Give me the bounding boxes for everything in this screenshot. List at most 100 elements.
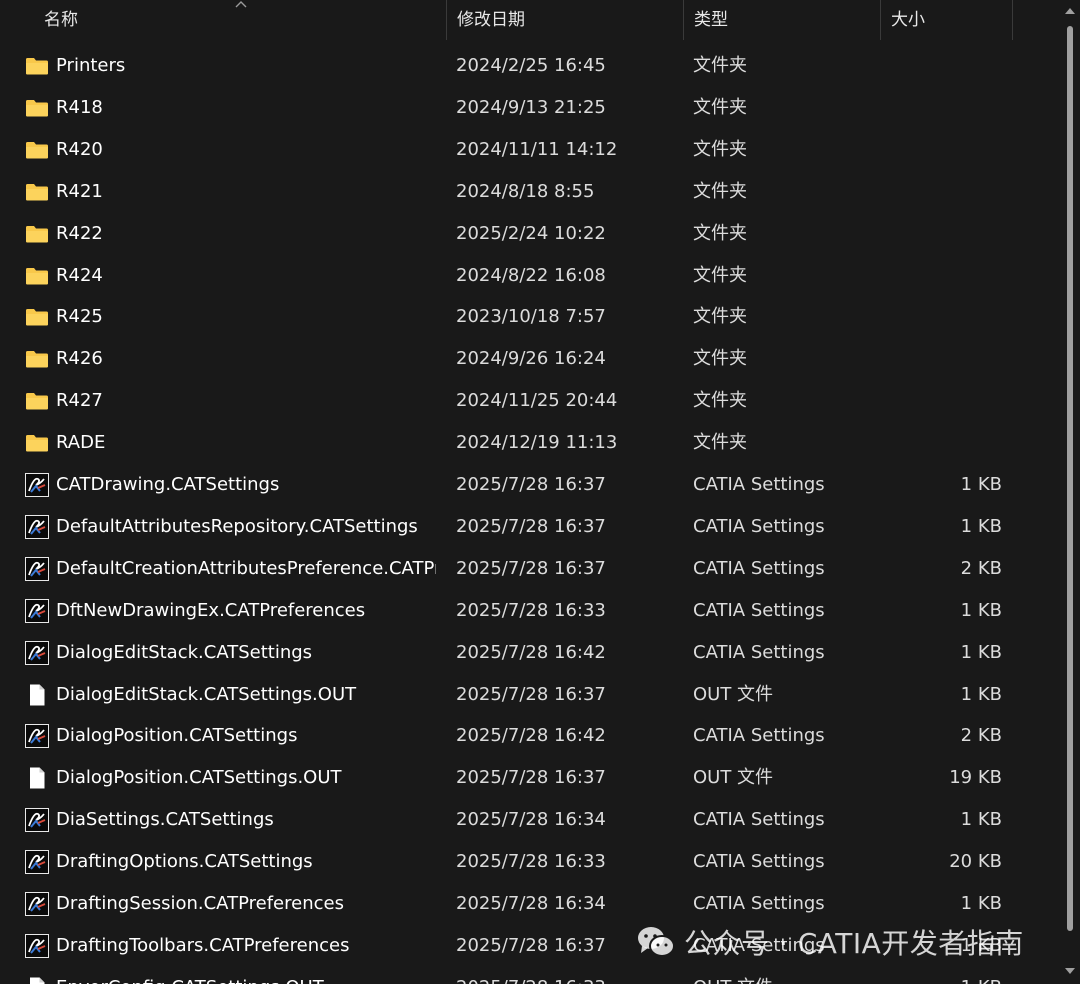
file-date-modified: 2024/12/19 11:13	[456, 432, 618, 453]
file-row[interactable]: DftNewDrawingEx.CATPreferences 2025/7/28…	[0, 590, 1060, 632]
file-name: DefaultAttributesRepository.CATSettings	[56, 516, 418, 537]
catia-settings-icon	[25, 850, 49, 874]
file-type: CATIA Settings	[693, 809, 825, 830]
folder-icon	[25, 347, 49, 371]
file-row[interactable]: R427 2024/11/25 20:44 文件夹	[0, 380, 1060, 422]
file-size	[900, 171, 1002, 213]
scrollbar-thumb[interactable]	[1067, 26, 1073, 931]
file-type: CATIA Settings	[693, 725, 825, 746]
file-size: 1 KB	[900, 967, 1002, 984]
file-name: R420	[56, 139, 103, 160]
file-row[interactable]: R421 2024/8/18 8:55 文件夹	[0, 171, 1060, 213]
file-name: DraftingToolbars.CATPreferences	[56, 935, 350, 956]
file-date-modified: 2025/7/28 16:34	[456, 809, 606, 830]
file-size: 1 KB	[960, 684, 1002, 705]
file-size: 1 KB	[960, 642, 1002, 663]
file-row[interactable]: DialogEditStack.CATSettings.OUT 2025/7/2…	[0, 674, 1060, 716]
file-type: 文件夹	[693, 223, 747, 244]
file-size: 1 KB	[960, 474, 1002, 495]
file-row[interactable]: RADE 2024/12/19 11:13 文件夹	[0, 422, 1060, 464]
file-row[interactable]: DialogPosition.CATSettings.OUT 2025/7/28…	[0, 757, 1060, 799]
file-row[interactable]: DraftingOptions.CATSettings 2025/7/28 16…	[0, 841, 1060, 883]
file-type: 文件夹	[693, 139, 747, 160]
file-size: 1 KB	[960, 893, 1002, 914]
file-name: DftNewDrawingEx.CATPreferences	[56, 600, 366, 621]
folder-icon	[25, 305, 49, 329]
file-row[interactable]: Printers 2024/2/25 16:45 文件夹	[0, 45, 1060, 87]
file-row[interactable]: R418 2024/9/13 21:25 文件夹	[0, 87, 1060, 129]
file-row[interactable]: CATDrawing.CATSettings 2025/7/28 16:37 C…	[0, 464, 1060, 506]
file-icon	[25, 683, 49, 707]
file-name: RADE	[56, 432, 106, 453]
file-row[interactable]: DialogEditStack.CATSettings 2025/7/28 16…	[0, 632, 1060, 674]
file-date-modified: 2024/8/22 16:08	[456, 265, 606, 286]
file-icon	[25, 976, 49, 984]
file-explorer: 名称 修改日期 类型 大小 Printers 2024/2/25 16:45 文…	[0, 0, 1080, 984]
column-header-date-modified[interactable]: 修改日期	[447, 0, 684, 40]
file-type: 文件夹	[693, 306, 747, 327]
file-date-modified: 2025/7/28 16:33	[456, 851, 606, 872]
scroll-down-arrow-icon[interactable]	[1064, 966, 1076, 976]
file-type: CATIA Settings	[693, 558, 825, 579]
file-row[interactable]: DefaultCreationAttributesPreference.CATP…	[0, 548, 1060, 590]
file-row[interactable]: DefaultAttributesRepository.CATSettings …	[0, 506, 1060, 548]
file-name: DraftingOptions.CATSettings	[56, 851, 313, 872]
file-type: CATIA Settings	[693, 474, 825, 495]
file-size: 2 KB	[960, 558, 1002, 579]
catia-settings-icon	[25, 808, 49, 832]
file-type: CATIA Settings	[693, 851, 825, 872]
file-size	[900, 422, 1002, 464]
file-size	[900, 338, 1002, 380]
scroll-up-arrow-icon[interactable]	[1064, 6, 1076, 16]
file-name: DialogEditStack.CATSettings.OUT	[56, 684, 357, 705]
file-date-modified: 2025/7/28 16:37	[456, 767, 606, 788]
file-size	[900, 45, 1002, 87]
file-row[interactable]: EnvorConfig.CATSettings.OUT 2025/7/28 16…	[0, 967, 1060, 984]
column-header-type[interactable]: 类型	[684, 0, 881, 40]
file-size	[900, 380, 1002, 422]
file-name: CATDrawing.CATSettings	[56, 474, 280, 495]
file-row[interactable]: DraftingSession.CATPreferences 2025/7/28…	[0, 883, 1060, 925]
file-type: OUT 文件	[693, 967, 873, 984]
file-date-modified: 2025/7/28 16:42	[456, 642, 606, 663]
file-row[interactable]: R426 2024/9/26 16:24 文件夹	[0, 338, 1060, 380]
file-date-modified: 2024/11/11 14:12	[456, 139, 618, 160]
file-date-modified: 2024/9/26 16:24	[456, 348, 606, 369]
vertical-scrollbar[interactable]	[1060, 0, 1080, 984]
file-row[interactable]: DraftingToolbars.CATPreferences 2025/7/2…	[0, 925, 1060, 967]
file-type: 文件夹	[693, 181, 747, 202]
file-row[interactable]: DialogPosition.CATSettings 2025/7/28 16:…	[0, 715, 1060, 757]
column-header-name[interactable]: 名称	[34, 0, 447, 40]
folder-icon	[25, 389, 49, 413]
file-date-modified: 2025/7/28 16:37	[456, 684, 606, 705]
file-date-modified: 2025/7/28 16:34	[456, 893, 606, 914]
file-row[interactable]: R425 2023/10/18 7:57 文件夹	[0, 296, 1060, 338]
catia-settings-icon	[25, 473, 49, 497]
file-type: OUT 文件	[693, 684, 774, 705]
folder-icon	[25, 96, 49, 120]
file-row[interactable]: R424 2024/8/22 16:08 文件夹	[0, 255, 1060, 297]
file-name: R426	[56, 348, 103, 369]
file-size: 1 KB	[960, 809, 1002, 830]
catia-settings-icon	[25, 599, 49, 623]
file-name: DiaSettings.CATSettings	[56, 809, 274, 830]
file-name: R424	[56, 265, 103, 286]
file-date-modified: 2025/7/28 16:42	[456, 725, 606, 746]
column-header-size[interactable]: 大小	[881, 0, 1013, 40]
file-date-modified: 2024/8/18 8:55	[456, 181, 595, 202]
folder-icon	[25, 54, 49, 78]
file-row[interactable]: R420 2024/11/11 14:12 文件夹	[0, 129, 1060, 171]
file-name: EnvorConfig.CATSettings.OUT	[56, 967, 436, 984]
file-row[interactable]: DiaSettings.CATSettings 2025/7/28 16:34 …	[0, 799, 1060, 841]
file-size	[900, 255, 1002, 297]
file-size: 1 KB	[960, 935, 1002, 956]
file-name: R427	[56, 390, 103, 411]
file-date-modified: 2025/7/28 16:37	[456, 935, 606, 956]
file-name: Printers	[56, 55, 126, 76]
file-size	[900, 129, 1002, 171]
file-row[interactable]: R422 2025/2/24 10:22 文件夹	[0, 213, 1060, 255]
file-type: CATIA Settings	[693, 516, 825, 537]
catia-settings-icon	[25, 515, 49, 539]
file-date-modified: 2024/11/25 20:44	[456, 390, 618, 411]
folder-icon	[25, 180, 49, 204]
